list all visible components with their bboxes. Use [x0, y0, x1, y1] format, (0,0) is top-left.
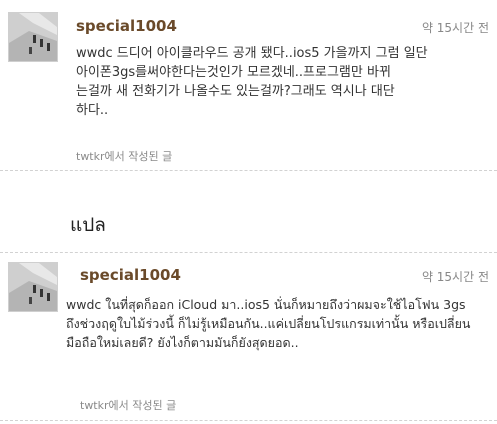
divider [0, 170, 497, 171]
username-link[interactable]: special1004 [76, 17, 177, 35]
section-heading: แปล [70, 214, 106, 236]
tweet-text-line: 아이폰3gs를써야한다는것인가 모르겠네..프로그램만 바뀌 [76, 65, 391, 80]
divider [0, 420, 497, 421]
timestamp-link[interactable]: 약 15시간 전 [422, 268, 489, 285]
avatar-photo-icon [9, 263, 57, 311]
avatar[interactable] [8, 12, 58, 62]
source-link[interactable]: twtkr에서 작성된 글 [76, 148, 172, 164]
source-link[interactable]: twtkr에서 작성된 글 [80, 397, 176, 413]
tweet-feed: special1004 약 15시간 전 wwdc 드디어 아이클라우드 공개 … [0, 0, 497, 424]
tweet-item: special1004 약 15시간 전 wwdc 드디어 아이클라우드 공개 … [0, 0, 497, 170]
tweet-text-line: 하다.. [76, 103, 109, 118]
tweet-text-line: มือถือใหม่เลยดี? ยังไงก็ตามมันก็ยังสุดยอ… [66, 335, 299, 350]
timestamp-link[interactable]: 약 15시간 전 [422, 19, 489, 36]
tweet-item: special1004 약 15시간 전 wwdc ในที่สุดก็ออก … [0, 252, 497, 422]
tweet-text: wwdc ในที่สุดก็ออก iCloud มา..ios5 นั่นก… [66, 295, 494, 352]
tweet-text: wwdc 드디어 아이클라우드 공개 됐다..ios5 가을까지 그럼 일단 아… [76, 44, 491, 120]
avatar[interactable] [8, 262, 58, 312]
tweet-text-line: ถึงช่วงฤดูใบไม้ร่วงนี้ ก็ไม่รู้เหมือนกัน… [66, 316, 471, 331]
username-link[interactable]: special1004 [80, 266, 181, 284]
tweet-text-line: 는걸까 새 전화기가 나올수도 있는걸까?그래도 역시나 대단 [76, 84, 395, 99]
tweet-text-line: wwdc ในที่สุดก็ออก iCloud มา..ios5 นั่นก… [66, 297, 466, 312]
avatar-photo-icon [9, 13, 57, 61]
tweet-text-line: wwdc 드디어 아이클라우드 공개 됐다..ios5 가을까지 그럼 일단 [76, 46, 428, 61]
